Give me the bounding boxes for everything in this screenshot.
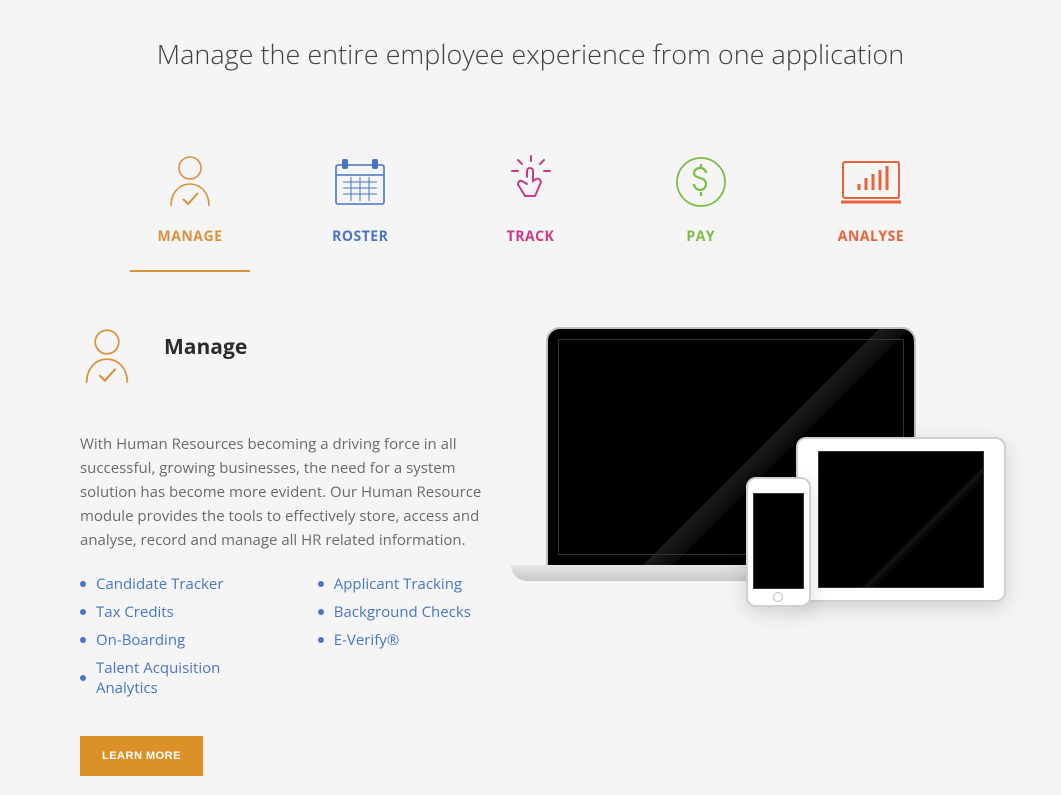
feature-link[interactable]: Background Checks	[334, 602, 471, 622]
feature-link[interactable]: E-Verify®	[334, 630, 400, 650]
feature-list: Candidate Tracker Tax Credits On-Boarding T…	[80, 574, 516, 706]
tab-manage-label: MANAGE	[158, 227, 223, 270]
feature-item: On-Boarding	[80, 630, 278, 650]
bullet-icon	[80, 581, 86, 587]
tab-roster[interactable]: ROSTER	[300, 152, 420, 272]
section-title: Manage	[164, 327, 247, 361]
bullet-icon	[318, 581, 324, 587]
section-description: With Human Resources becoming a driving …	[80, 432, 516, 552]
phone-device	[746, 477, 811, 607]
bullet-icon	[318, 609, 324, 615]
dollar-circle-icon	[674, 152, 728, 212]
learn-more-button[interactable]: LEARN MORE	[80, 736, 203, 776]
person-check-icon	[165, 152, 215, 212]
feature-item: Tax Credits	[80, 602, 278, 622]
tab-analyse-label: ANALYSE	[838, 227, 904, 270]
bullet-icon	[80, 675, 86, 681]
feature-item: Background Checks	[318, 602, 516, 622]
person-check-icon	[80, 327, 136, 392]
feature-item: E-Verify®	[318, 630, 516, 650]
tablet-device	[796, 437, 1006, 602]
tab-roster-label: ROSTER	[332, 227, 388, 270]
feature-item: Applicant Tracking	[318, 574, 516, 594]
tab-track-label: TRACK	[507, 227, 555, 270]
tab-pay[interactable]: PAY	[641, 152, 761, 272]
tab-manage[interactable]: MANAGE	[130, 152, 250, 272]
tab-pay-label: PAY	[686, 227, 715, 270]
devices-illustration	[546, 327, 982, 776]
tab-analyse[interactable]: ANALYSE	[811, 152, 931, 272]
feature-tabs: MANAGE ROSTER TRACK	[130, 152, 931, 272]
bullet-icon	[80, 609, 86, 615]
bullet-icon	[318, 637, 324, 643]
tab-content: Manage With Human Resources becoming a d…	[80, 327, 981, 776]
feature-link[interactable]: Talent Acquisition Analytics	[96, 658, 278, 698]
tab-track[interactable]: TRACK	[471, 152, 591, 272]
bar-chart-icon	[839, 152, 903, 212]
tap-icon	[509, 152, 553, 212]
feature-item: Candidate Tracker	[80, 574, 278, 594]
page-title: Manage the entire employee experience fr…	[0, 0, 1061, 72]
feature-link[interactable]: Tax Credits	[96, 602, 174, 622]
feature-link[interactable]: On-Boarding	[96, 630, 185, 650]
feature-item: Talent Acquisition Analytics	[80, 658, 278, 698]
calendar-icon	[333, 152, 387, 212]
feature-link[interactable]: Applicant Tracking	[334, 574, 462, 594]
bullet-icon	[80, 637, 86, 643]
feature-link[interactable]: Candidate Tracker	[96, 574, 223, 594]
